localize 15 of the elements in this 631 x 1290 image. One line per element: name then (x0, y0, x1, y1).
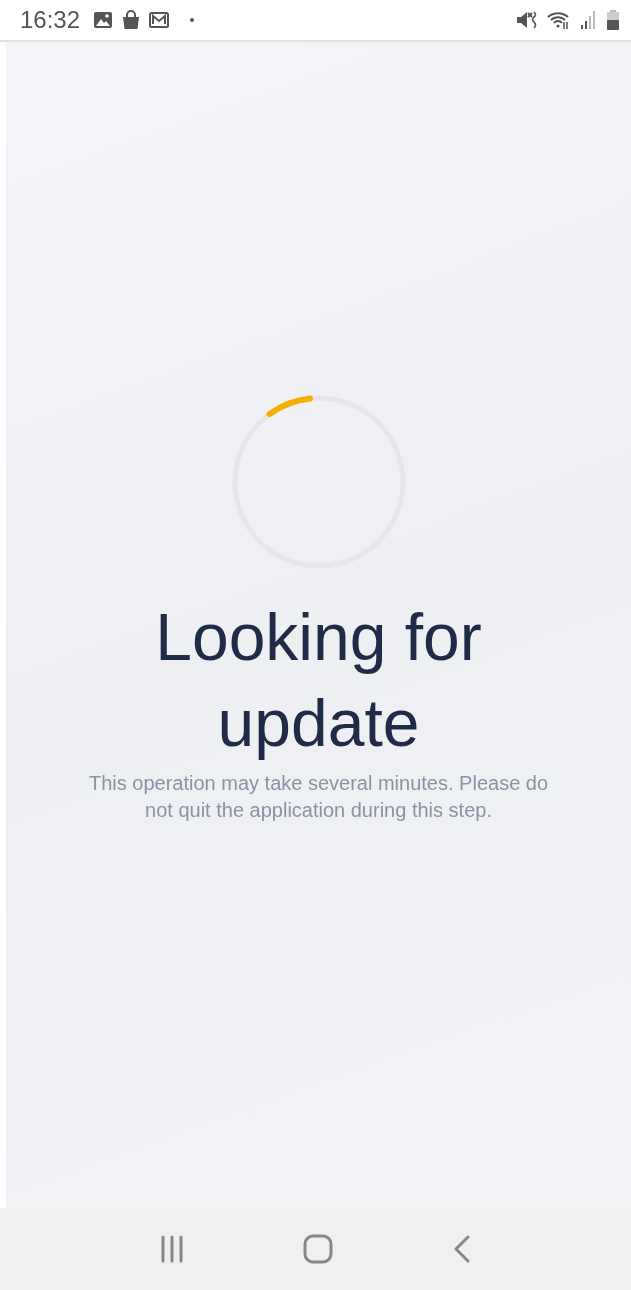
wifi-icon (547, 10, 571, 30)
battery-icon (607, 10, 619, 30)
image-icon (93, 11, 114, 29)
mute-icon (516, 10, 538, 30)
signal-icon (580, 10, 598, 30)
loading-spinner-icon (230, 394, 407, 570)
status-message: This operation may take several minutes. Please do not quit the application during this step. (87, 771, 550, 823)
notification-dot-icon (190, 18, 195, 22)
back-icon[interactable] (453, 1235, 472, 1263)
recent-apps-icon[interactable] (159, 1235, 184, 1263)
status-time: 16:32 (20, 6, 81, 34)
screen-title: Looking for update (154, 599, 483, 762)
home-icon[interactable] (303, 1234, 334, 1264)
shopping-bag-icon (122, 10, 141, 30)
mail-icon (149, 12, 170, 28)
